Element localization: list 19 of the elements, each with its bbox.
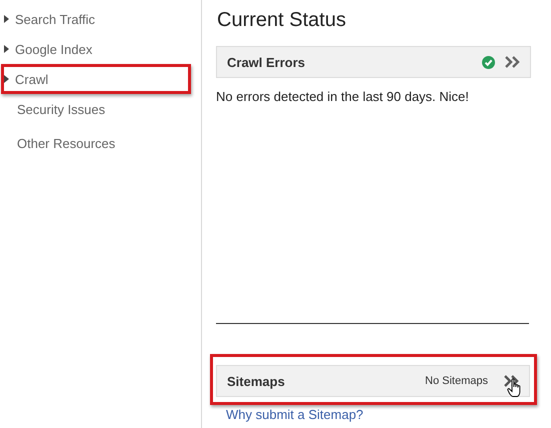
sidebar-item[interactable]: Search Traffic [4, 12, 95, 26]
sidebar-item[interactable]: Google Index [4, 42, 92, 56]
sitemap-help-link[interactable]: Why submit a Sitemap? [226, 407, 551, 422]
sitemaps-card[interactable]: Sitemaps No Sitemaps [216, 365, 530, 397]
crawl-errors-card[interactable]: Crawl Errors [216, 46, 531, 78]
expand-icon [4, 15, 9, 23]
double-chevron-icon [505, 56, 521, 68]
sidebar-item[interactable]: Crawl [4, 72, 48, 86]
sidebar-item[interactable]: Security Issues [4, 102, 106, 116]
double-chevron-icon [504, 375, 520, 387]
hand-cursor-icon [507, 378, 523, 398]
expand-icon [4, 75, 9, 83]
card-title: Sitemaps [227, 374, 286, 388]
sitemap-status: No Sitemaps [425, 375, 488, 387]
status-message: No errors detected in the last 90 days. Nice! [216, 89, 470, 104]
card-title: Crawl Errors [227, 54, 306, 70]
sidebar-item[interactable]: Other Resources [4, 136, 116, 150]
page-title: Current Status [217, 9, 347, 32]
expand-icon [4, 45, 9, 53]
